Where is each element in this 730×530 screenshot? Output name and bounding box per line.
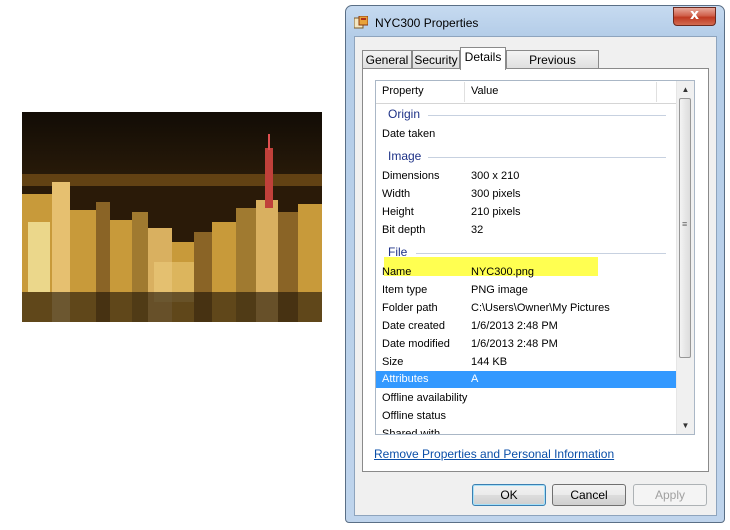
property-name: Date taken <box>382 128 436 140</box>
details-panel: Property Value Origin Date taken Image D… <box>362 68 709 472</box>
property-name: Attributes <box>382 373 429 385</box>
property-name: Bit depth <box>382 224 426 236</box>
list-item[interactable]: Date created 1/6/2013 2:48 PM <box>376 317 678 335</box>
property-value: C:\Users\Owner\My Pictures <box>471 302 610 314</box>
ok-button[interactable]: OK <box>472 484 546 506</box>
list-header: Property Value <box>376 81 678 104</box>
property-name: Date created <box>382 320 445 332</box>
property-value: NYC300.png <box>471 266 534 278</box>
group-divider <box>428 115 666 116</box>
list-item[interactable]: Folder path C:\Users\Owner\My Pictures <box>376 299 678 317</box>
scroll-up-arrow-icon[interactable]: ▲ <box>677 81 694 98</box>
grip-icon: ≡ <box>682 219 688 229</box>
column-divider[interactable] <box>464 82 465 102</box>
list-item[interactable]: Size 144 KB <box>376 353 678 371</box>
property-value: 210 pixels <box>471 206 521 218</box>
apply-button[interactable]: Apply <box>633 484 707 506</box>
tab-previous-versions[interactable]: Previous Versions <box>506 50 599 85</box>
group-divider <box>428 157 666 158</box>
property-value: 300 x 210 <box>471 170 520 182</box>
title-bar: NYC300 Properties x <box>346 6 724 38</box>
list-item[interactable]: Offline status <box>376 407 678 425</box>
property-name: Offline status <box>382 410 446 422</box>
properties-icon <box>354 16 368 29</box>
list-item[interactable]: Dimensions 300 x 210 <box>376 167 678 185</box>
list-item[interactable]: Date modified 1/6/2013 2:48 PM <box>376 335 678 353</box>
list-item[interactable]: Height 210 pixels <box>376 203 678 221</box>
group-label: File <box>388 245 408 259</box>
property-name: Item type <box>382 284 428 296</box>
list-item[interactable]: Item type PNG image <box>376 281 678 299</box>
group-label: Image <box>388 149 422 163</box>
properties-list[interactable]: Property Value Origin Date taken Image D… <box>375 80 695 435</box>
dialog-client: General Security Details Previous Versio… <box>354 36 717 516</box>
group-header-file: File <box>376 243 678 263</box>
nyc-photo <box>22 112 322 322</box>
property-name: Offline availability <box>382 392 468 404</box>
property-name: Name <box>382 266 412 278</box>
property-value: 300 pixels <box>471 188 521 200</box>
window-title: NYC300 Properties <box>375 16 479 30</box>
property-value: 144 KB <box>471 356 508 368</box>
list-item[interactable]: Date taken <box>376 125 678 143</box>
property-name: Folder path <box>382 302 438 314</box>
column-divider[interactable] <box>656 82 657 102</box>
property-name: Width <box>382 188 411 200</box>
properties-dialog: NYC300 Properties x General Security Det… <box>345 5 725 523</box>
group-divider <box>416 253 666 254</box>
property-value: A <box>471 373 479 385</box>
property-name: Date modified <box>382 338 450 350</box>
property-name: Shared with <box>382 428 441 435</box>
list-item[interactable]: Bit depth 32 <box>376 221 678 239</box>
list-item[interactable]: Name NYC300.png <box>376 263 678 281</box>
close-button[interactable]: x <box>673 7 716 26</box>
column-header-value[interactable]: Value <box>471 85 498 97</box>
property-value: 1/6/2013 2:48 PM <box>471 320 558 332</box>
property-value: 32 <box>471 224 484 236</box>
group-header-image: Image <box>376 147 678 167</box>
vertical-scrollbar[interactable]: ▲ ≡ ▼ <box>676 81 694 434</box>
scroll-down-arrow-icon[interactable]: ▼ <box>677 417 694 434</box>
list-item[interactable]: Offline availability <box>376 389 678 407</box>
tab-security[interactable]: Security <box>412 50 460 69</box>
remove-properties-link[interactable]: Remove Properties and Personal Informati… <box>374 447 614 461</box>
cancel-button[interactable]: Cancel <box>552 484 626 506</box>
property-name: Height <box>382 206 414 218</box>
scroll-thumb[interactable]: ≡ <box>679 98 691 358</box>
property-value: PNG image <box>471 284 528 296</box>
group-label: Origin <box>388 107 421 121</box>
list-item-selected[interactable]: Attributes A <box>376 371 678 388</box>
list-item[interactable]: Shared with <box>376 425 678 435</box>
group-header-origin: Origin <box>376 105 678 125</box>
property-value: 1/6/2013 2:48 PM <box>471 338 558 350</box>
column-header-property[interactable]: Property <box>382 85 424 97</box>
list-item[interactable]: Width 300 pixels <box>376 185 678 203</box>
property-name: Size <box>382 356 404 368</box>
close-icon: x <box>689 7 700 23</box>
property-name: Dimensions <box>382 170 440 182</box>
tab-details[interactable]: Details <box>460 47 506 70</box>
tab-general[interactable]: General <box>362 50 412 69</box>
